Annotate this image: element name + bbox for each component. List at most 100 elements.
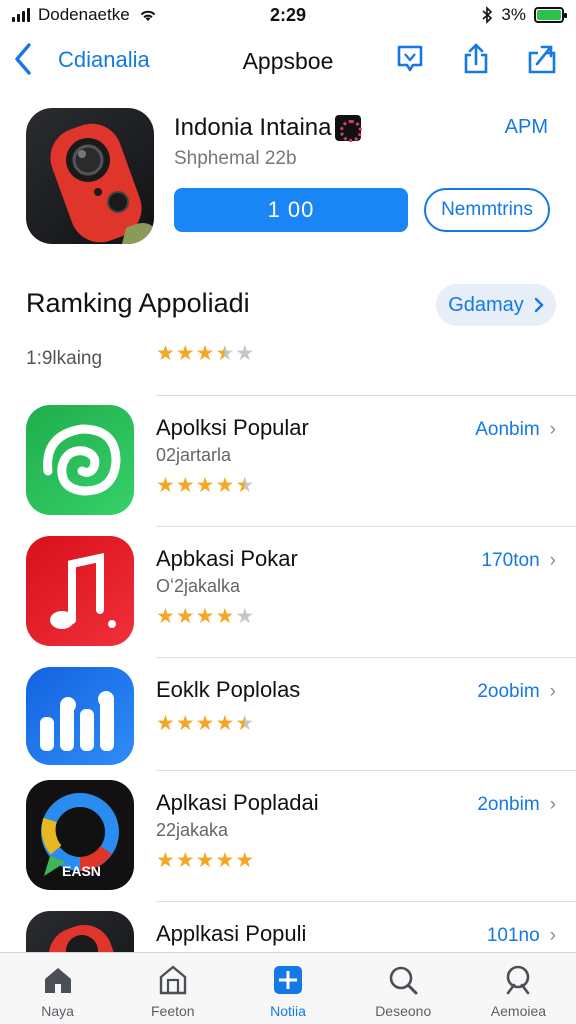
star-icon: ★ bbox=[175, 342, 195, 365]
tab-label: Deseono bbox=[375, 1003, 432, 1019]
svg-text:EASN: EASN bbox=[62, 863, 101, 879]
tab-store[interactable]: Feeton bbox=[115, 953, 230, 1024]
list-item[interactable]: Apolksi Popular 02jartarla ★ ★ ★ ★ ★ Aonbim … bbox=[0, 395, 576, 526]
star-icon: ★ bbox=[195, 474, 215, 497]
featured-app-icon[interactable] bbox=[26, 108, 154, 244]
app-action-button[interactable]: 101no › bbox=[487, 925, 556, 947]
chevron-left-icon bbox=[15, 43, 31, 75]
tab-search[interactable]: Deseono bbox=[346, 953, 461, 1024]
star-icon: ★ bbox=[215, 849, 235, 872]
app-rating-stars: ★ ★ ★ ★ ★ bbox=[156, 606, 254, 627]
tab-search-alt[interactable]: Aemoiea bbox=[461, 953, 576, 1024]
export-button[interactable] bbox=[526, 42, 558, 76]
tab-label: Naya bbox=[41, 1003, 74, 1019]
divider bbox=[156, 657, 576, 658]
chevron-right-icon: › bbox=[549, 419, 556, 440]
home-icon bbox=[41, 963, 75, 997]
star-icon: ★ bbox=[215, 342, 235, 365]
app-subtitle: Oʻ2jakalka bbox=[156, 576, 241, 596]
app-action-button[interactable]: 2onbim › bbox=[477, 794, 556, 816]
app-action-button[interactable]: 2oobim › bbox=[477, 681, 556, 703]
star-icon: ★ bbox=[175, 849, 195, 872]
status-left: Dodenaetke bbox=[12, 5, 222, 25]
star-icon: ★ bbox=[235, 605, 255, 628]
grid-icon bbox=[271, 963, 305, 997]
chevron-right-icon: › bbox=[549, 925, 556, 946]
see-all-label: Gdamay bbox=[448, 293, 524, 316]
app-action-button[interactable]: Aonbim › bbox=[475, 419, 556, 441]
app-rating-stars: ★ ★ ★ ★ ★ bbox=[156, 850, 254, 871]
share-button[interactable] bbox=[460, 42, 492, 76]
chat-ring-icon: EASN bbox=[41, 793, 119, 879]
app-action-label: 170ton bbox=[481, 550, 540, 571]
get-button[interactable]: 1 00 bbox=[174, 188, 408, 232]
ranking-stars: ★ ★ ★ ★ ★ bbox=[156, 343, 254, 364]
search-alt-icon bbox=[501, 963, 535, 997]
app-action-label: 2onbim bbox=[477, 794, 540, 815]
see-all-button[interactable]: Gdamay bbox=[436, 284, 556, 326]
tab-label: Notiia bbox=[270, 1003, 306, 1019]
store-icon bbox=[156, 963, 190, 997]
star-icon: ★ bbox=[235, 712, 255, 735]
chevron-right-icon: › bbox=[549, 794, 556, 815]
list-item[interactable]: Eoklk Poplolas ★ ★ ★ ★ ★ 2oobim › bbox=[0, 657, 576, 770]
signal-icon bbox=[12, 8, 30, 22]
status-time: 2:29 bbox=[269, 4, 307, 25]
list-item[interactable]: EASN Aplkasi Popladai 22jakaka ★ ★ ★ ★ ★ 2on… bbox=[0, 770, 576, 901]
featured-right-label[interactable]: APM bbox=[505, 116, 548, 139]
search-icon bbox=[386, 963, 420, 997]
bookmark-button[interactable] bbox=[394, 42, 426, 76]
featured-app-subtitle: Shphemal 22b bbox=[174, 148, 297, 169]
tab-label: Feeton bbox=[151, 1003, 195, 1019]
tab-notiia[interactable]: Notiia bbox=[230, 953, 345, 1024]
star-icon: ★ bbox=[195, 342, 215, 365]
app-title: Eoklk Poplolas bbox=[156, 677, 301, 702]
app-icon bbox=[26, 405, 134, 515]
section-title: Ramking Appoliadi bbox=[26, 288, 250, 318]
star-icon: ★ bbox=[156, 342, 175, 365]
back-button[interactable]: Cdianalia bbox=[14, 42, 150, 76]
export-icon bbox=[528, 45, 556, 74]
star-icon: ★ bbox=[195, 849, 215, 872]
star-icon: ★ bbox=[175, 474, 195, 497]
chevron-right-icon bbox=[534, 297, 544, 313]
share-icon bbox=[464, 43, 488, 74]
secondary-button[interactable]: Nemmtrins bbox=[424, 188, 550, 232]
music-note-icon bbox=[50, 553, 116, 629]
bars-icon bbox=[40, 691, 114, 751]
star-icon: ★ bbox=[175, 712, 195, 735]
star-icon: ★ bbox=[215, 712, 235, 735]
tab-label: Aemoiea bbox=[490, 1003, 547, 1019]
app-subtitle: 02jartarla bbox=[156, 445, 232, 465]
star-icon: ★ bbox=[175, 605, 195, 628]
carrier-label: Dodenaetke bbox=[38, 5, 130, 24]
featured-app-name: Indonia Intaina bbox=[174, 114, 363, 142]
star-icon: ★ bbox=[235, 474, 255, 497]
star-icon: ★ bbox=[195, 712, 215, 735]
featured-app: Indonia Intaina APM Shphemal 22b 1 00 Ne… bbox=[0, 104, 576, 254]
star-icon: ★ bbox=[235, 342, 255, 365]
swirl-icon bbox=[43, 424, 121, 496]
battery-level bbox=[537, 10, 561, 20]
app-subtitle: 22jakaka bbox=[156, 820, 229, 840]
nav-actions bbox=[394, 42, 558, 76]
camera-device-icon bbox=[50, 123, 154, 244]
star-icon: ★ bbox=[156, 712, 175, 735]
featured-app-title: Indonia Intaina bbox=[174, 114, 332, 141]
battery-icon bbox=[534, 7, 567, 23]
list-item[interactable]: Apbkasi Pokar Oʻ2jakalka ★ ★ ★ ★ ★ 170ton › bbox=[0, 526, 576, 657]
nav-bar: Cdianalia Appsboe bbox=[0, 36, 576, 88]
divider bbox=[156, 526, 576, 527]
status-right: 3% bbox=[354, 5, 567, 25]
app-title: Apbkasi Pokar bbox=[156, 546, 298, 571]
app-rating-stars: ★ ★ ★ ★ ★ bbox=[156, 475, 254, 496]
star-icon: ★ bbox=[195, 605, 215, 628]
tab-home[interactable]: Naya bbox=[0, 953, 115, 1024]
app-action-label: 101no bbox=[486, 925, 540, 946]
app-action-button[interactable]: 170ton › bbox=[482, 550, 556, 572]
app-action-label: 2oobim bbox=[477, 681, 540, 702]
divider bbox=[156, 395, 576, 396]
star-icon: ★ bbox=[156, 474, 175, 497]
app-action-label: Aonbim bbox=[475, 419, 540, 440]
bookmark-icon bbox=[397, 45, 423, 72]
